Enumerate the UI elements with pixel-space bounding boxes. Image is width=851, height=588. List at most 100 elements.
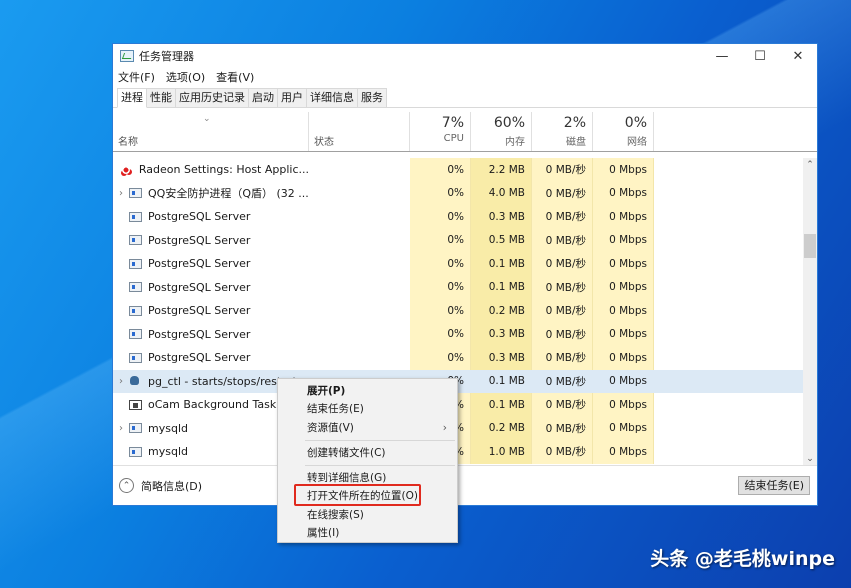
tab-processes[interactable]: 进程 <box>117 88 147 108</box>
tab-details[interactable]: 详细信息 <box>306 88 358 107</box>
network-cell: 0 Mbps <box>593 275 654 299</box>
process-name: PostgreSQL Server <box>148 304 251 318</box>
context-menu-item[interactable]: 打开文件所在的位置(O) <box>278 487 457 505</box>
process-row[interactable]: PostgreSQL Server 0% 0.1 MB 0 MB/秒 0 Mbps <box>113 252 804 276</box>
process-row[interactable]: › QQ安全防护进程（Q盾） (32 ... 0% 4.0 MB 0 MB/秒 0 Mbp… <box>113 181 804 206</box>
process-row[interactable]: oCam Background Task0%0.1 MB0 MB/秒0 Mbps <box>113 393 804 417</box>
menu-file[interactable]: 文件(F) <box>118 69 155 85</box>
close-button[interactable]: ✕ <box>779 44 817 68</box>
memory-cell: 1.0 MB <box>471 440 532 464</box>
network-cell: 0 Mbps <box>593 252 654 276</box>
process-row[interactable]: ›mysqld0%0.2 MB0 MB/秒0 Mbps <box>113 416 804 440</box>
disk-cell: 0 MB/秒 <box>532 181 593 205</box>
context-menu-item[interactable]: 展开(P) <box>278 382 457 400</box>
end-task-button[interactable]: 结束任务(E) <box>738 476 810 495</box>
scroll-down-icon[interactable]: ⌄ <box>803 452 817 466</box>
menu-separator <box>305 439 455 441</box>
context-menu-item[interactable]: 属性(I) <box>278 524 457 542</box>
process-row[interactable]: PostgreSQL Server 0% 0.3 MB 0 MB/秒 0 Mbps <box>113 205 804 229</box>
disk-cell: 0 MB/秒 <box>532 252 593 276</box>
cpu-cell: 0% <box>410 252 471 276</box>
context-menu-item[interactable]: 创建转储文件(C) <box>278 444 457 462</box>
watermark: 头条 @老毛桃winpe <box>650 548 835 570</box>
column-header-cpu[interactable]: 7% CPU <box>410 112 471 151</box>
window-title: 任务管理器 <box>139 50 194 63</box>
menu-view[interactable]: 查看(V) <box>216 69 254 85</box>
expand-chevron-icon[interactable]: › <box>113 376 129 387</box>
context-menu: 展开(P) 结束任务(E) 资源值(V) › 创建转储文件(C) 转到详细信息(G) 打开文… <box>277 378 458 543</box>
process-name: PostgreSQL Server <box>148 257 251 271</box>
app-window-icon <box>129 329 142 340</box>
minimize-button[interactable]: — <box>703 44 741 68</box>
context-menu-item[interactable]: 结束任务(E) <box>278 400 457 418</box>
process-row[interactable]: PostgreSQL Server 0% 0.3 MB 0 MB/秒 0 Mbps <box>113 322 804 347</box>
column-header-name[interactable]: ⌄ 名称 <box>113 112 309 151</box>
process-status-cell <box>309 323 410 347</box>
maximize-button[interactable]: ☐ <box>741 44 779 68</box>
scrollbar-thumb[interactable] <box>804 234 816 258</box>
context-menu-item-label: 属性(I) <box>307 527 340 540</box>
column-header-network[interactable]: 0% 网络 <box>593 112 654 151</box>
process-row[interactable]: Radeon Settings: Host Applic... 0% 2.2 MB 0… <box>113 158 804 182</box>
context-menu-item[interactable]: 在线搜索(S) <box>278 506 457 524</box>
process-name-cell: PostgreSQL Server <box>113 346 309 370</box>
title-bar[interactable]: 任务管理器 — ☐ ✕ <box>113 44 817 68</box>
memory-cell: 0.1 MB <box>471 252 532 276</box>
tab-startup[interactable]: 启动 <box>248 88 278 107</box>
app-window-icon <box>129 305 142 316</box>
submenu-chevron-icon: › <box>442 421 447 434</box>
tab-users[interactable]: 用户 <box>277 88 307 107</box>
context-menu-item[interactable]: 转到详细信息(G) <box>278 469 457 487</box>
table-header: ⌄ 名称 状态 7% CPU 60% 内存 2% 磁盘 0% 网络 <box>113 112 817 152</box>
process-row[interactable]: PostgreSQL Server 0% 0.5 MB 0 MB/秒 0 Mbps <box>113 228 804 253</box>
column-header-status[interactable]: 状态 <box>309 112 410 151</box>
process-row[interactable]: PostgreSQL Server 0% 0.3 MB 0 MB/秒 0 Mbps <box>113 346 804 370</box>
cpu-cell: 0% <box>410 346 471 370</box>
cpu-cell: 0% <box>410 205 471 229</box>
memory-cell: 0.2 MB <box>471 299 532 323</box>
network-cell: 0 Mbps <box>593 158 654 182</box>
fewer-details-button[interactable]: ⌃ 简略信息(D) <box>119 478 202 494</box>
context-menu-item-label: 在线搜索(S) <box>307 508 364 521</box>
network-cell: 0 Mbps <box>593 393 654 417</box>
process-name-cell: PostgreSQL Server <box>113 323 309 347</box>
tab-performance[interactable]: 性能 <box>146 88 176 107</box>
cpu-cell: 0% <box>410 299 471 323</box>
memory-cell: 0.3 MB <box>471 322 532 346</box>
context-menu-item-label: 结束任务(E) <box>307 403 364 416</box>
process-row[interactable]: ›pg_ctl - starts/stops/restarts0%0.1 MB0… <box>113 369 804 393</box>
disk-cell: 0 MB/秒 <box>532 275 593 299</box>
process-row[interactable]: PostgreSQL Server 0% 0.1 MB 0 MB/秒 0 Mbps <box>113 275 804 299</box>
memory-cell: 4.0 MB <box>471 181 532 205</box>
process-status-cell <box>309 229 410 253</box>
scroll-up-icon[interactable]: ⌃ <box>803 158 817 172</box>
process-name: mysqld <box>148 421 188 435</box>
process-list: Radeon Settings: Host Applic... 0% 2.2 MB 0… <box>113 158 804 466</box>
vertical-scrollbar[interactable]: ⌃ ⌄ <box>803 158 817 466</box>
postgres-elephant-icon <box>129 376 142 386</box>
fewer-details-label: 简略信息(D) <box>141 479 203 493</box>
memory-cell: 0.2 MB <box>471 416 532 440</box>
app-window-icon <box>129 235 142 246</box>
tab-services[interactable]: 服务 <box>357 88 387 107</box>
app-window-icon <box>129 211 142 222</box>
disk-cell: 0 MB/秒 <box>532 393 593 417</box>
process-row[interactable]: PostgreSQL Server 0% 0.2 MB 0 MB/秒 0 Mbps <box>113 299 804 323</box>
expand-chevron-icon[interactable]: › <box>113 423 129 434</box>
network-cell: 0 Mbps <box>593 322 654 346</box>
process-name: PostgreSQL Server <box>148 327 251 341</box>
column-header-memory[interactable]: 60% 内存 <box>471 112 532 151</box>
disk-cell: 0 MB/秒 <box>532 346 593 370</box>
process-status-cell <box>309 299 410 323</box>
column-header-disk[interactable]: 2% 磁盘 <box>532 112 593 151</box>
menu-options[interactable]: 选项(O) <box>166 69 205 85</box>
memory-cell: 0.1 MB <box>471 393 532 417</box>
expand-chevron-icon[interactable]: › <box>113 188 129 199</box>
process-status-cell <box>309 182 410 206</box>
context-menu-item[interactable]: 资源值(V) › <box>278 419 457 437</box>
tab-app-history[interactable]: 应用历史记录 <box>175 88 249 107</box>
process-name: PostgreSQL Server <box>148 280 251 294</box>
disk-cell: 0 MB/秒 <box>532 205 593 229</box>
memory-cell: 2.2 MB <box>471 158 532 182</box>
process-row[interactable]: mysqld0%1.0 MB0 MB/秒0 Mbps <box>113 440 804 464</box>
